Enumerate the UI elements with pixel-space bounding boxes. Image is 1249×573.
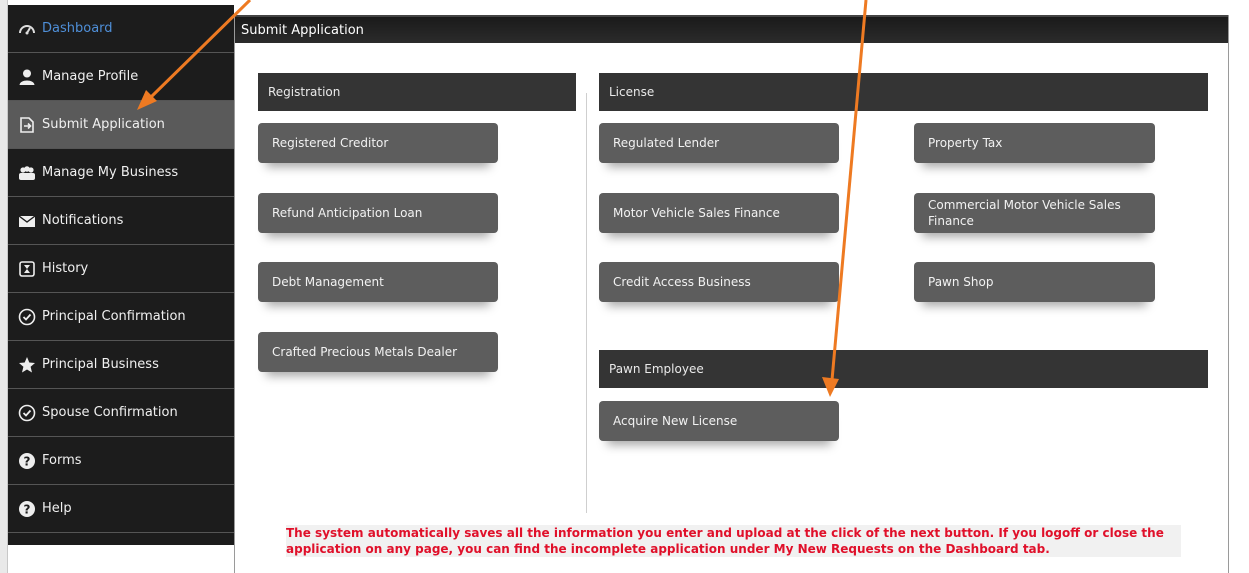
sidebar-item-label: Forms <box>42 453 82 468</box>
autosave-notice: The system automatically saves all the i… <box>286 525 1181 557</box>
svg-text:?: ? <box>24 502 31 516</box>
sidebar: Dashboard Manage Profile Submit Applicat… <box>8 5 234 545</box>
question-icon: ? <box>18 452 36 470</box>
sidebar-item-manage-my-business[interactable]: Manage My Business <box>8 149 234 197</box>
sidebar-item-label: Spouse Confirmation <box>42 405 178 420</box>
user-icon <box>18 68 36 86</box>
check-circle-icon <box>18 404 36 422</box>
svg-text:?: ? <box>24 454 31 468</box>
question-icon: ? <box>18 500 36 518</box>
column-divider <box>586 93 587 513</box>
envelope-icon <box>18 212 36 230</box>
sidebar-item-manage-profile[interactable]: Manage Profile <box>8 53 234 101</box>
check-circle-icon <box>18 308 36 326</box>
sidebar-item-spouse-confirmation[interactable]: Spouse Confirmation <box>8 389 234 437</box>
tile-debt-management[interactable]: Debt Management <box>258 262 498 302</box>
tile-refund-anticipation-loan[interactable]: Refund Anticipation Loan <box>258 193 498 233</box>
window-edge <box>0 0 8 573</box>
sidebar-item-notifications[interactable]: Notifications <box>8 197 234 245</box>
sidebar-item-label: Dashboard <box>42 21 113 36</box>
sidebar-item-dashboard[interactable]: Dashboard <box>8 5 234 53</box>
sidebar-item-help[interactable]: ? Help <box>8 485 234 533</box>
sidebar-item-principal-confirmation[interactable]: Principal Confirmation <box>8 293 234 341</box>
sidebar-item-label: Manage Profile <box>42 69 139 84</box>
tile-acquire-new-license[interactable]: Acquire New License <box>599 401 839 441</box>
license-header: License <box>599 73 1208 111</box>
tile-registered-creditor[interactable]: Registered Creditor <box>258 123 498 163</box>
tile-commercial-motor-vehicle-sales-finance[interactable]: Commercial Motor Vehicle Sales Finance <box>914 193 1155 233</box>
history-icon <box>18 260 36 278</box>
tile-crafted-precious-metals-dealer[interactable]: Crafted Precious Metals Dealer <box>258 332 498 372</box>
tile-regulated-lender[interactable]: Regulated Lender <box>599 123 839 163</box>
sidebar-item-forms[interactable]: ? Forms <box>8 437 234 485</box>
sidebar-item-label: Principal Business <box>42 357 159 372</box>
people-icon <box>18 164 36 182</box>
tile-credit-access-business[interactable]: Credit Access Business <box>599 262 839 302</box>
tile-property-tax[interactable]: Property Tax <box>914 123 1155 163</box>
tile-motor-vehicle-sales-finance[interactable]: Motor Vehicle Sales Finance <box>599 193 839 233</box>
sidebar-item-label: History <box>42 261 89 276</box>
sidebar-item-label: Manage My Business <box>42 165 179 180</box>
star-icon <box>18 356 36 374</box>
submit-icon <box>18 116 36 134</box>
pawn-employee-header: Pawn Employee <box>599 350 1208 388</box>
page-title: Submit Application <box>235 15 1228 43</box>
registration-header: Registration <box>258 73 576 111</box>
sidebar-item-label: Help <box>42 501 72 516</box>
sidebar-item-history[interactable]: History <box>8 245 234 293</box>
sidebar-item-principal-business[interactable]: Principal Business <box>8 341 234 389</box>
sidebar-item-submit-application[interactable]: Submit Application <box>8 101 234 149</box>
sidebar-item-label: Principal Confirmation <box>42 309 186 324</box>
tile-pawn-shop[interactable]: Pawn Shop <box>914 262 1155 302</box>
sidebar-item-label: Notifications <box>42 213 124 228</box>
sidebar-item-label: Submit Application <box>42 117 165 132</box>
dashboard-icon <box>18 20 36 38</box>
